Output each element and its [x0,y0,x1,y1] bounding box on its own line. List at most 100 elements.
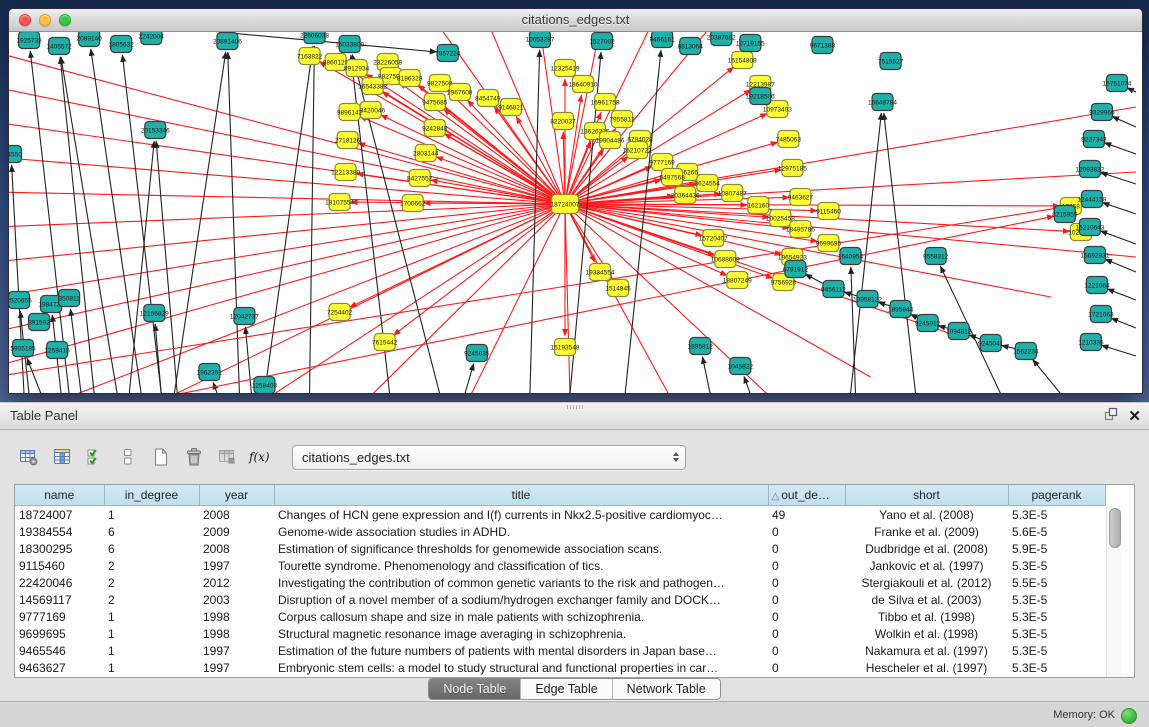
graph-node[interactable]: 1210335 [1078,334,1104,351]
table-cell[interactable]: 1998 [199,625,274,642]
graph-edge[interactable] [155,324,161,393]
graph-node[interactable]: 1640954 [838,248,864,265]
table-cell[interactable]: 9115460 [15,557,104,574]
graph-node[interactable]: 8912934 [344,60,370,77]
table-cell[interactable]: 5.3E-5 [1008,608,1105,625]
table-mode-button[interactable] [14,444,44,470]
table-cell[interactable]: 5.9E-5 [1008,540,1105,557]
table-cell[interactable]: 5.3E-5 [1008,506,1105,524]
table-cell[interactable]: 1997 [199,642,274,659]
panel-splitter-handle[interactable] [567,405,583,409]
graph-edge[interactable] [228,52,240,393]
graph-node[interactable]: 350811 [58,290,80,307]
table-cell[interactable]: Corpus callosum shape and size in male p… [274,608,768,625]
graph-node[interactable]: 1805632 [109,36,135,53]
table-row[interactable]: 1938455462009Genome-wide association stu… [15,523,1105,540]
table-cell[interactable]: 9777169 [15,608,104,625]
graph-node[interactable]: 8813054 [678,38,704,55]
graph-node[interactable]: 12156829 [140,305,169,322]
graph-node[interactable]: 7515527 [878,53,904,70]
graph-node[interactable]: 9245035 [464,345,490,362]
table-cell[interactable]: Changes of HCN gene expression and I(f) … [274,506,768,524]
close-panel-icon[interactable]: ✕ [1128,409,1141,424]
table-row[interactable]: 977716911998Corpus callosum shape and si… [15,608,1105,625]
table-cell[interactable]: 1 [104,506,199,524]
graph-node[interactable]: 12042737 [230,308,259,325]
table-cell[interactable]: 2008 [199,506,274,524]
graph-edge[interactable] [1102,203,1136,214]
graph-node[interactable]: 6497568 [660,169,686,186]
graph-node[interactable]: 391592 [28,314,50,331]
graph-edge[interactable] [156,141,177,393]
table-cell[interactable]: 5.5E-5 [1008,574,1105,591]
table-cell[interactable]: 2 [104,574,199,591]
graph-node[interactable]: 7857224 [435,45,461,62]
table-cell[interactable]: 2012 [199,574,274,591]
graph-edge[interactable] [27,358,41,393]
graph-node[interactable]: 7955812 [609,111,635,128]
delete-columns-button[interactable] [179,444,209,470]
graph-node[interactable]: 16210643 [1075,219,1104,236]
delete-table-button[interactable] [212,444,242,470]
graph-node[interactable]: 1094812 [946,323,972,340]
table-cell[interactable]: 0 [768,523,845,540]
table-cell[interactable]: 1 [104,608,199,625]
table-cell[interactable]: 9465546 [15,642,104,659]
graph-node[interactable]: 7163822 [297,48,323,65]
table-cell[interactable]: Tourette syndrome. Phenomenology and cla… [274,557,768,574]
graph-node[interactable]: 9699695 [816,235,842,252]
graph-node[interactable]: 1258403 [252,377,278,394]
graph-edge[interactable] [1112,116,1136,127]
graph-node[interactable]: 9227343 [1081,131,1107,148]
graph-node[interactable]: 1925733 [16,32,42,49]
table-cell[interactable]: Hescheler et al. (1997) [845,659,1008,676]
graph-node[interactable]: 20364436 [671,187,700,204]
graph-edge[interactable] [9,204,565,367]
column-header-title[interactable]: title [274,485,768,506]
graph-node[interactable]: 12975185 [778,160,807,177]
deselect-all-button[interactable] [113,444,143,470]
graph-node[interactable]: 18495786 [786,221,815,238]
graph-node[interactable]: 12093832 [1075,161,1104,178]
graph-node[interactable]: 19904486 [596,132,625,149]
graph-node[interactable]: 18807249 [723,272,752,289]
graph-edge[interactable] [565,172,1136,204]
graph-node[interactable]: 18107554 [325,194,354,211]
graph-node[interactable]: 3624554 [695,175,721,192]
graph-node[interactable]: 2089140 [76,32,102,47]
graph-node[interactable]: 12213389 [331,164,360,181]
table-cell[interactable]: Wolkin et al. (1998) [845,625,1008,642]
graph-edge[interactable] [565,204,570,393]
graph-node[interactable]: 834550 [9,146,22,163]
graph-node[interactable]: 12325419 [551,60,580,77]
memory-status-icon[interactable] [1121,708,1137,724]
graph-node[interactable]: 1221064 [1084,277,1110,294]
column-header-short[interactable]: short [845,485,1008,506]
tab-node-table[interactable]: Node Table [429,679,520,699]
graph-node[interactable]: 9671388 [810,37,836,54]
table-vertical-scrollbar[interactable] [1106,506,1122,677]
table-cell[interactable]: 0 [768,557,845,574]
table-cell[interactable]: Investigating the contribution of common… [274,574,768,591]
graph-node[interactable]: 8186328 [397,70,423,87]
graph-node[interactable]: 22606038 [300,32,329,44]
table-cell[interactable]: 9699695 [15,625,104,642]
table-cell[interactable]: 1 [104,625,199,642]
table-cell[interactable]: Dudbridge et al. (2008) [845,540,1008,557]
table-cell[interactable]: Estimation of significance thresholds fo… [274,540,768,557]
graph-node[interactable]: 9329966 [1089,104,1115,121]
graph-node[interactable]: 7485063 [776,131,802,148]
table-cell[interactable]: 1 [104,659,199,676]
graph-node[interactable]: 16961758 [591,94,620,111]
network-window-titlebar[interactable]: citations_edges.txt [9,9,1142,32]
table-row[interactable]: 911546021997Tourette syndrome. Phenomeno… [15,557,1105,574]
graph-edge[interactable] [443,109,565,204]
graph-node[interactable]: 1514845 [605,280,631,297]
graph-edge[interactable] [1100,231,1136,244]
graph-node[interactable]: 16154808 [728,52,757,69]
graph-node[interactable]: 9245041 [978,335,1004,352]
table-cell[interactable]: 0 [768,574,845,591]
table-cell[interactable]: Yano et al. (2008) [845,506,1008,524]
graph-node[interactable]: 9242848 [422,120,448,137]
graph-node[interactable]: 15692931 [1080,247,1109,264]
